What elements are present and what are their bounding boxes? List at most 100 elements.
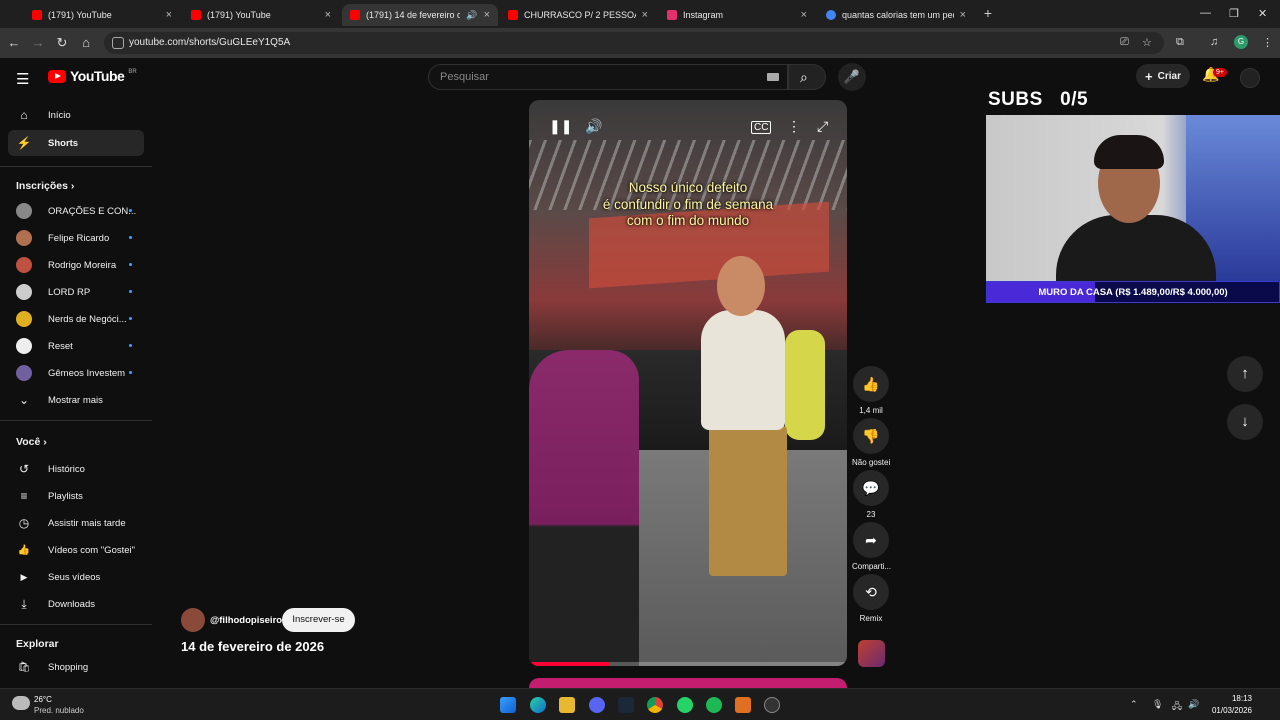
clock-date[interactable]: 01/03/2026 [1200, 706, 1252, 715]
show-more-button[interactable]: ⌄ Mostrar mais [8, 387, 144, 413]
cloud-icon[interactable] [12, 696, 30, 710]
cast-icon[interactable]: ⎚ [1120, 36, 1129, 49]
media-control-icon[interactable]: ♫ [1210, 36, 1218, 48]
app-icon[interactable] [735, 697, 751, 713]
edge-icon[interactable] [530, 697, 546, 713]
browser-tab-active[interactable]: (1791) 14 de fevereiro de 2026 🔊 × [342, 4, 498, 26]
sidebar-item-liked-videos[interactable]: 👍 Vídeos com "Gostei" [8, 537, 144, 563]
close-tab-icon[interactable]: × [325, 9, 331, 21]
close-tab-icon[interactable]: × [801, 9, 807, 21]
forward-icon[interactable]: → [30, 35, 46, 50]
more-options-icon[interactable]: ⋮ [787, 118, 801, 135]
file-explorer-icon[interactable] [559, 697, 575, 713]
sidebar-item-subscription[interactable]: Nerds de Negóci... [8, 306, 144, 332]
reload-icon[interactable]: ↻ [54, 35, 70, 51]
menu-icon[interactable]: ☰ [16, 70, 29, 88]
back-icon[interactable]: ← [6, 35, 22, 50]
close-window-icon[interactable]: ✕ [1258, 7, 1267, 20]
next-short-preview[interactable] [529, 678, 847, 688]
sidebar-item-watch-later[interactable]: ◷ Assistir mais tarde [8, 510, 144, 536]
microphone-icon[interactable]: 🎙 [1152, 699, 1163, 710]
clock-time[interactable]: 18:13 [1212, 694, 1252, 703]
browser-tab[interactable]: CHURRASCO P/ 2 PESSOAS em × [500, 4, 656, 26]
sidebar-item-history[interactable]: ↺ Histórico [8, 456, 144, 482]
sidebar-item-subscription[interactable]: Gêmeos Investem [8, 360, 144, 386]
share-icon[interactable]: ➦ [853, 522, 889, 558]
next-short-button[interactable]: ↓ [1227, 404, 1263, 440]
sidebar-item-your-videos[interactable]: ▶ Seus vídeos [8, 564, 144, 590]
sidebar-item-subscription[interactable]: Felipe Ricardo [8, 225, 144, 251]
chrome-icon[interactable] [647, 697, 663, 713]
volume-icon[interactable]: 🔊 [585, 118, 602, 135]
channel-avatar[interactable] [181, 608, 205, 632]
account-avatar[interactable] [1240, 68, 1260, 88]
start-icon[interactable] [500, 697, 516, 713]
sidebar-item-shopping[interactable]: 🛍 Shopping [8, 654, 144, 680]
site-info-icon[interactable] [112, 37, 124, 49]
bookmark-star-icon[interactable]: ☆ [1142, 36, 1152, 49]
channel-name[interactable]: @filhodopiseiro [210, 615, 282, 626]
captions-icon[interactable]: CC [751, 121, 772, 134]
keyboard-icon[interactable] [767, 73, 779, 81]
dislike-action[interactable]: 👎 Não gostei [852, 418, 890, 467]
shorts-video-player[interactable]: Nosso único defeito é confundir o fim de… [529, 100, 847, 666]
sidebar-item-shorts[interactable]: ⚡ Shorts [8, 130, 144, 156]
remix-icon[interactable]: ⟲ [853, 574, 889, 610]
restore-icon[interactable]: ❐ [1229, 7, 1239, 20]
search-input[interactable]: Pesquisar [428, 64, 788, 90]
extensions-icon[interactable]: ⧉ [1176, 36, 1184, 49]
steam-icon[interactable] [618, 697, 634, 713]
close-tab-icon[interactable]: × [484, 9, 490, 21]
youtube-logo[interactable]: YouTube BR [48, 68, 137, 84]
previous-short-button[interactable]: ↑ [1227, 356, 1263, 392]
url-input[interactable]: youtube.com/shorts/GuGLEeY1Q5A [104, 32, 1164, 54]
volume-icon[interactable]: 🔊 [1188, 699, 1199, 710]
sidebar-item-label: LORD RP [48, 286, 91, 298]
more-menu-icon[interactable]: ⋮ [1262, 36, 1273, 49]
sidebar-item-subscription[interactable]: ORAÇÕES E CON... [8, 198, 144, 224]
close-tab-icon[interactable]: × [642, 9, 648, 21]
browser-tab[interactable]: (1791) YouTube × [24, 4, 180, 26]
new-tab-icon[interactable]: + [980, 5, 996, 21]
spotify-icon[interactable] [706, 697, 722, 713]
like-action[interactable]: 👍 1,4 mil [852, 366, 890, 415]
home-icon[interactable]: ⌂ [78, 35, 94, 50]
browser-tab[interactable]: quantas calorias tem um pedaço × [818, 4, 974, 26]
tab-title: (1791) YouTube [48, 10, 112, 20]
network-icon[interactable]: 🖧 [1172, 699, 1182, 715]
create-button[interactable]: + Criar [1136, 64, 1190, 88]
sound-thumbnail[interactable] [858, 640, 885, 667]
remix-action[interactable]: ⟲ Remix [852, 574, 890, 623]
sidebar-item-subscription[interactable]: Reset [8, 333, 144, 359]
subscriptions-heading[interactable]: Inscrições › [16, 180, 74, 192]
comment-icon[interactable]: 💬 [853, 470, 889, 506]
video-progress-bar[interactable] [529, 662, 847, 666]
sidebar-item-subscription[interactable]: Rodrigo Moreira [8, 252, 144, 278]
pause-icon[interactable]: ❚❚ [549, 118, 572, 135]
short-title[interactable]: 14 de fevereiro de 2026 [181, 639, 324, 654]
voice-search-icon[interactable]: 🎤 [838, 63, 866, 91]
sidebar-item-playlists[interactable]: ≡ Playlists [8, 483, 144, 509]
speaker-icon[interactable]: 🔊 [466, 10, 477, 21]
thumbs-up-icon[interactable]: 👍 [853, 366, 889, 402]
sidebar-item-downloads[interactable]: ⤓ Downloads [8, 591, 144, 617]
you-heading[interactable]: Você › [16, 436, 47, 448]
sidebar-item-subscription[interactable]: LORD RP [8, 279, 144, 305]
share-action[interactable]: ➦ Comparti... [852, 522, 891, 571]
subscribe-button[interactable]: Inscrever-se [282, 608, 355, 632]
sidebar-item-home[interactable]: ⌂ Início [8, 102, 144, 128]
browser-tab[interactable]: Instagram × [659, 4, 815, 26]
thumbs-down-icon[interactable]: 👎 [853, 418, 889, 454]
discord-icon[interactable] [589, 697, 605, 713]
profile-avatar[interactable]: G [1234, 35, 1248, 49]
close-tab-icon[interactable]: × [166, 9, 172, 21]
minimize-icon[interactable]: — [1200, 7, 1211, 19]
chevron-up-icon[interactable]: ⌃ [1130, 699, 1138, 710]
obs-icon[interactable] [764, 697, 780, 713]
close-tab-icon[interactable]: × [960, 9, 966, 21]
whatsapp-icon[interactable] [677, 697, 693, 713]
fullscreen-icon[interactable]: ⤢ [817, 118, 828, 135]
comments-action[interactable]: 💬 23 [852, 470, 890, 519]
search-button[interactable]: ⌕ [788, 64, 826, 90]
browser-tab[interactable]: (1791) YouTube × [183, 4, 339, 26]
